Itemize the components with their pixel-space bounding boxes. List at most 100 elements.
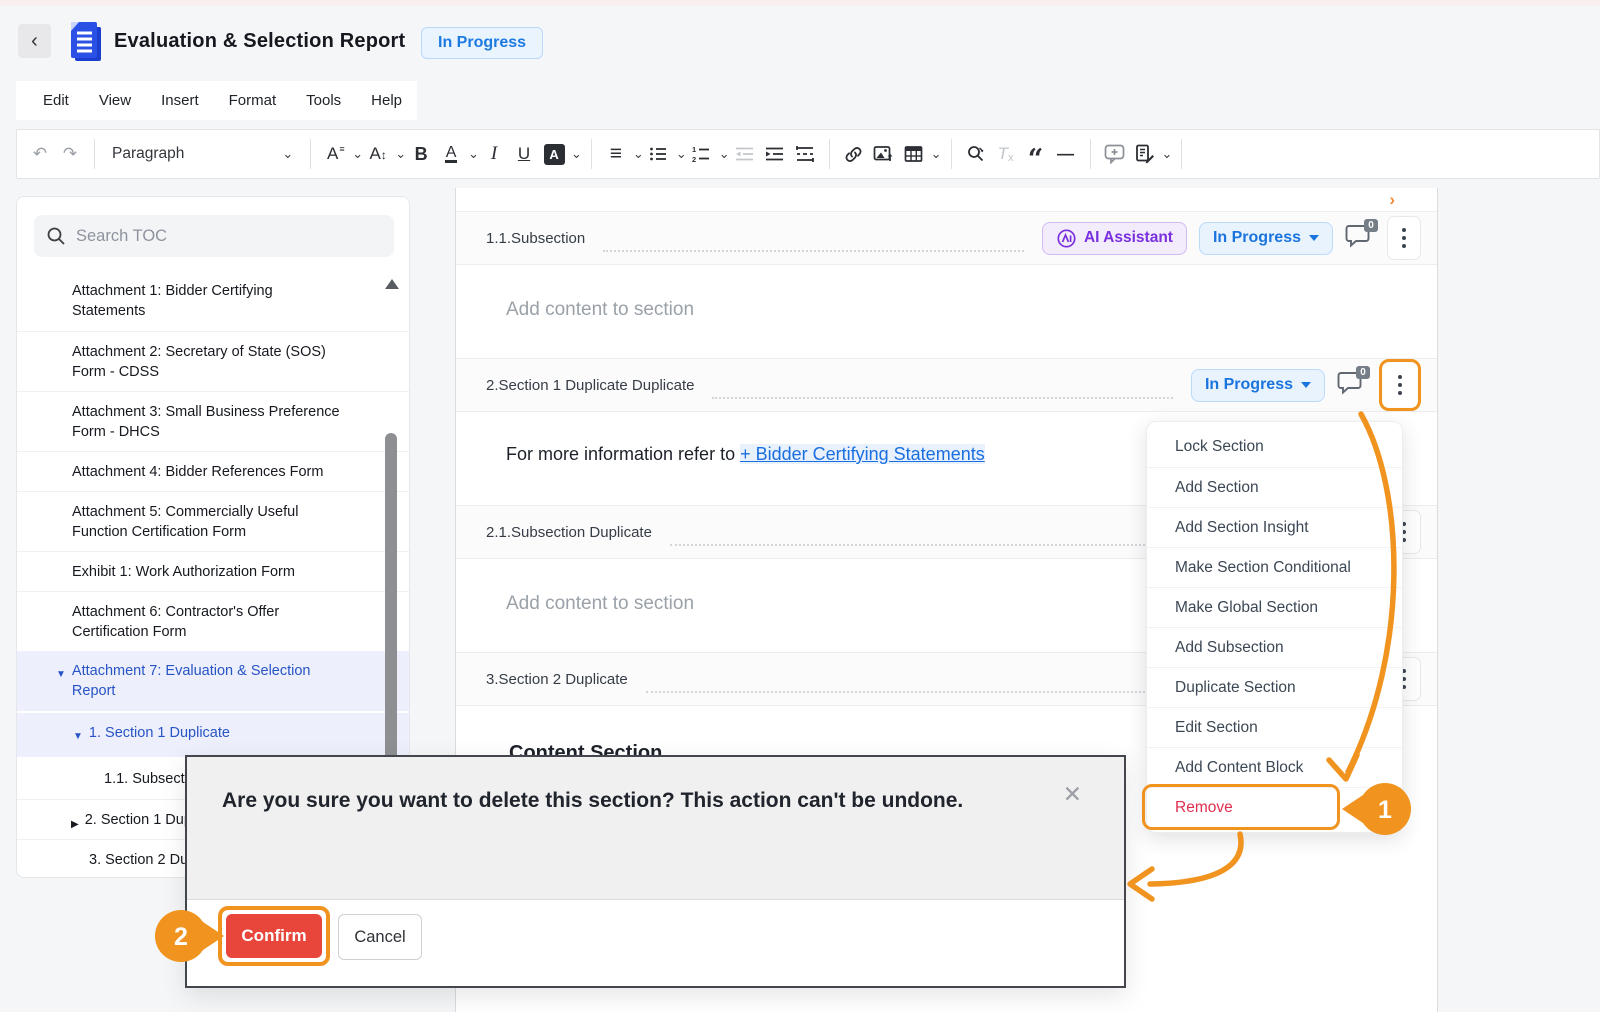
- bidder-certifying-statements-link[interactable]: + Bidder Certifying Statements: [740, 444, 985, 464]
- highlight-color-icon[interactable]: A: [539, 136, 569, 172]
- underline-icon[interactable]: U: [509, 136, 539, 172]
- dialog-header: Are you sure you want to delete this sec…: [187, 757, 1124, 900]
- triangle-down-icon: ▼: [73, 727, 83, 747]
- menu-insert[interactable]: Insert: [148, 92, 212, 109]
- menu-item-add-content-block[interactable]: Add Content Block: [1147, 747, 1402, 787]
- confirm-button-highlight: Confirm: [218, 906, 330, 966]
- italic-icon[interactable]: I: [479, 136, 509, 172]
- menu-format[interactable]: Format: [216, 92, 290, 109]
- menu-edit[interactable]: Edit: [30, 92, 82, 109]
- ai-assistant-button[interactable]: AI Assistant: [1042, 222, 1187, 255]
- caret-down-icon: [1309, 235, 1319, 241]
- menu-help[interactable]: Help: [358, 92, 415, 109]
- section-menu-button[interactable]: [1383, 363, 1417, 407]
- page-title: Evaluation & Selection Report: [114, 30, 405, 53]
- section-status-dropdown[interactable]: In Progress: [1199, 222, 1333, 255]
- section-menu-button[interactable]: [1387, 216, 1421, 260]
- chevron-down-icon[interactable]: ⌄: [352, 146, 363, 162]
- menu-tools[interactable]: Tools: [293, 92, 354, 109]
- section-body-1-1[interactable]: Add content to section: [456, 265, 1437, 359]
- toolbar-separator: [94, 139, 95, 169]
- content-top-sliver: ›: [456, 188, 1437, 212]
- insert-image-icon[interactable]: [869, 136, 899, 172]
- toolbar-separator: [951, 139, 952, 169]
- toc-item-attachment-2[interactable]: Attachment 2: Secretary of State (SOS) F…: [17, 331, 410, 391]
- toc-item-exhibit-1[interactable]: Exhibit 1: Work Authorization Form: [17, 551, 410, 591]
- toolbar-separator: [829, 139, 830, 169]
- toc-item-attachment-6[interactable]: Attachment 6: Contractor's Offer Certifi…: [17, 591, 410, 651]
- menu-item-edit-section[interactable]: Edit Section: [1147, 707, 1402, 747]
- chevron-down-icon: ⌄: [282, 146, 293, 162]
- comments-button[interactable]: 0: [1345, 223, 1375, 253]
- top-strip: [0, 0, 1600, 6]
- scrollbar-thumb[interactable]: [385, 433, 397, 763]
- toc-item-attachment-4[interactable]: Attachment 4: Bidder References Form: [17, 451, 410, 491]
- font-color-icon[interactable]: A: [436, 136, 466, 172]
- page-break-icon[interactable]: [790, 136, 820, 172]
- font-size-icon[interactable]: A↕: [363, 136, 393, 172]
- section-context-menu: Lock Section Add Section Add Section Ins…: [1146, 421, 1403, 833]
- toc-item-attachment-1[interactable]: Attachment 1: Bidder Certifying Statemen…: [17, 271, 410, 331]
- insert-table-icon[interactable]: [899, 136, 929, 172]
- find-and-replace-icon[interactable]: [961, 136, 991, 172]
- toc-item-section-1-duplicate[interactable]: ▼ 1. Section 1 Duplicate: [17, 713, 410, 757]
- chevron-down-icon[interactable]: ⌄: [468, 146, 479, 162]
- chevron-down-icon[interactable]: ⌄: [395, 146, 406, 162]
- scrollbar-up-arrow-icon[interactable]: [385, 279, 399, 289]
- add-comment-icon[interactable]: [1100, 136, 1130, 172]
- toc-search[interactable]: [34, 215, 394, 257]
- undo-icon[interactable]: ↶: [25, 136, 55, 172]
- back-button[interactable]: ‹: [18, 24, 51, 58]
- dotted-leader: [646, 665, 1181, 694]
- text-alignment-icon[interactable]: ≡: [601, 136, 631, 172]
- toolbar-separator: [1181, 139, 1182, 169]
- section-header-2: 2.Section 1 Duplicate Duplicate In Progr…: [456, 359, 1437, 412]
- bulleted-list-icon[interactable]: [644, 136, 674, 172]
- chevron-down-icon[interactable]: ⌄: [719, 146, 730, 162]
- redo-icon[interactable]: ↷: [55, 136, 85, 172]
- menu-item-lock-section[interactable]: Lock Section: [1147, 427, 1402, 467]
- comment-count-badge: 0: [1364, 219, 1378, 232]
- font-family-icon[interactable]: A≡: [320, 136, 350, 172]
- remove-format-icon[interactable]: Tx: [991, 136, 1021, 172]
- chevron-down-icon[interactable]: ⌄: [633, 146, 644, 162]
- bold-icon[interactable]: B: [406, 136, 436, 172]
- track-changes-icon[interactable]: [1130, 136, 1160, 172]
- numbered-list-icon[interactable]: 12: [687, 136, 717, 172]
- close-icon[interactable]: ✕: [1063, 781, 1082, 808]
- section-header-1-1: 1.1.Subsection AI Assistant In Progress …: [456, 212, 1437, 265]
- menu-item-add-section[interactable]: Add Section: [1147, 467, 1402, 507]
- horizontal-line-icon[interactable]: —: [1051, 136, 1081, 172]
- section-menu-highlight: [1379, 359, 1421, 411]
- menu-item-make-global-section[interactable]: Make Global Section: [1147, 587, 1402, 627]
- dotted-leader: [712, 371, 1173, 400]
- chevron-down-icon[interactable]: ⌄: [931, 146, 942, 162]
- increase-indent-icon[interactable]: [760, 136, 790, 172]
- decrease-indent-icon[interactable]: [730, 136, 760, 172]
- menu-item-add-section-insight[interactable]: Add Section Insight: [1147, 507, 1402, 547]
- toc-item-attachment-3[interactable]: Attachment 3: Small Business Preference …: [17, 391, 410, 451]
- menu-view[interactable]: View: [86, 92, 144, 109]
- menu-item-add-subsection[interactable]: Add Subsection: [1147, 627, 1402, 667]
- insert-link-icon[interactable]: [839, 136, 869, 172]
- chevron-down-icon[interactable]: ⌄: [1162, 146, 1173, 162]
- paragraph-style-dropdown[interactable]: Paragraph ⌄: [104, 136, 301, 172]
- chevron-down-icon[interactable]: ⌄: [676, 146, 687, 162]
- confirm-button[interactable]: Confirm: [226, 914, 322, 958]
- search-input[interactable]: [76, 227, 366, 246]
- block-quote-icon[interactable]: “: [1021, 136, 1051, 172]
- toc-item-attachment-7[interactable]: ▼ Attachment 7: Evaluation & Selection R…: [17, 651, 410, 711]
- back-chevron-icon: ‹: [31, 30, 38, 53]
- menu-item-duplicate-section[interactable]: Duplicate Section: [1147, 667, 1402, 707]
- menu-item-make-section-conditional[interactable]: Make Section Conditional: [1147, 547, 1402, 587]
- section-title: 1.1.Subsection: [486, 230, 585, 247]
- chevron-down-icon[interactable]: ⌄: [571, 146, 582, 162]
- cancel-button[interactable]: Cancel: [338, 914, 422, 960]
- section-status-dropdown[interactable]: In Progress: [1191, 369, 1325, 402]
- empty-section-placeholder: Add content to section: [506, 593, 694, 615]
- comments-button[interactable]: 0: [1337, 370, 1367, 400]
- collapse-indicator-icon[interactable]: ›: [1389, 190, 1395, 210]
- menu-item-remove[interactable]: Remove: [1147, 787, 1402, 827]
- toolbar-separator: [310, 139, 311, 169]
- toc-item-attachment-5[interactable]: Attachment 5: Commercially Useful Functi…: [17, 491, 410, 551]
